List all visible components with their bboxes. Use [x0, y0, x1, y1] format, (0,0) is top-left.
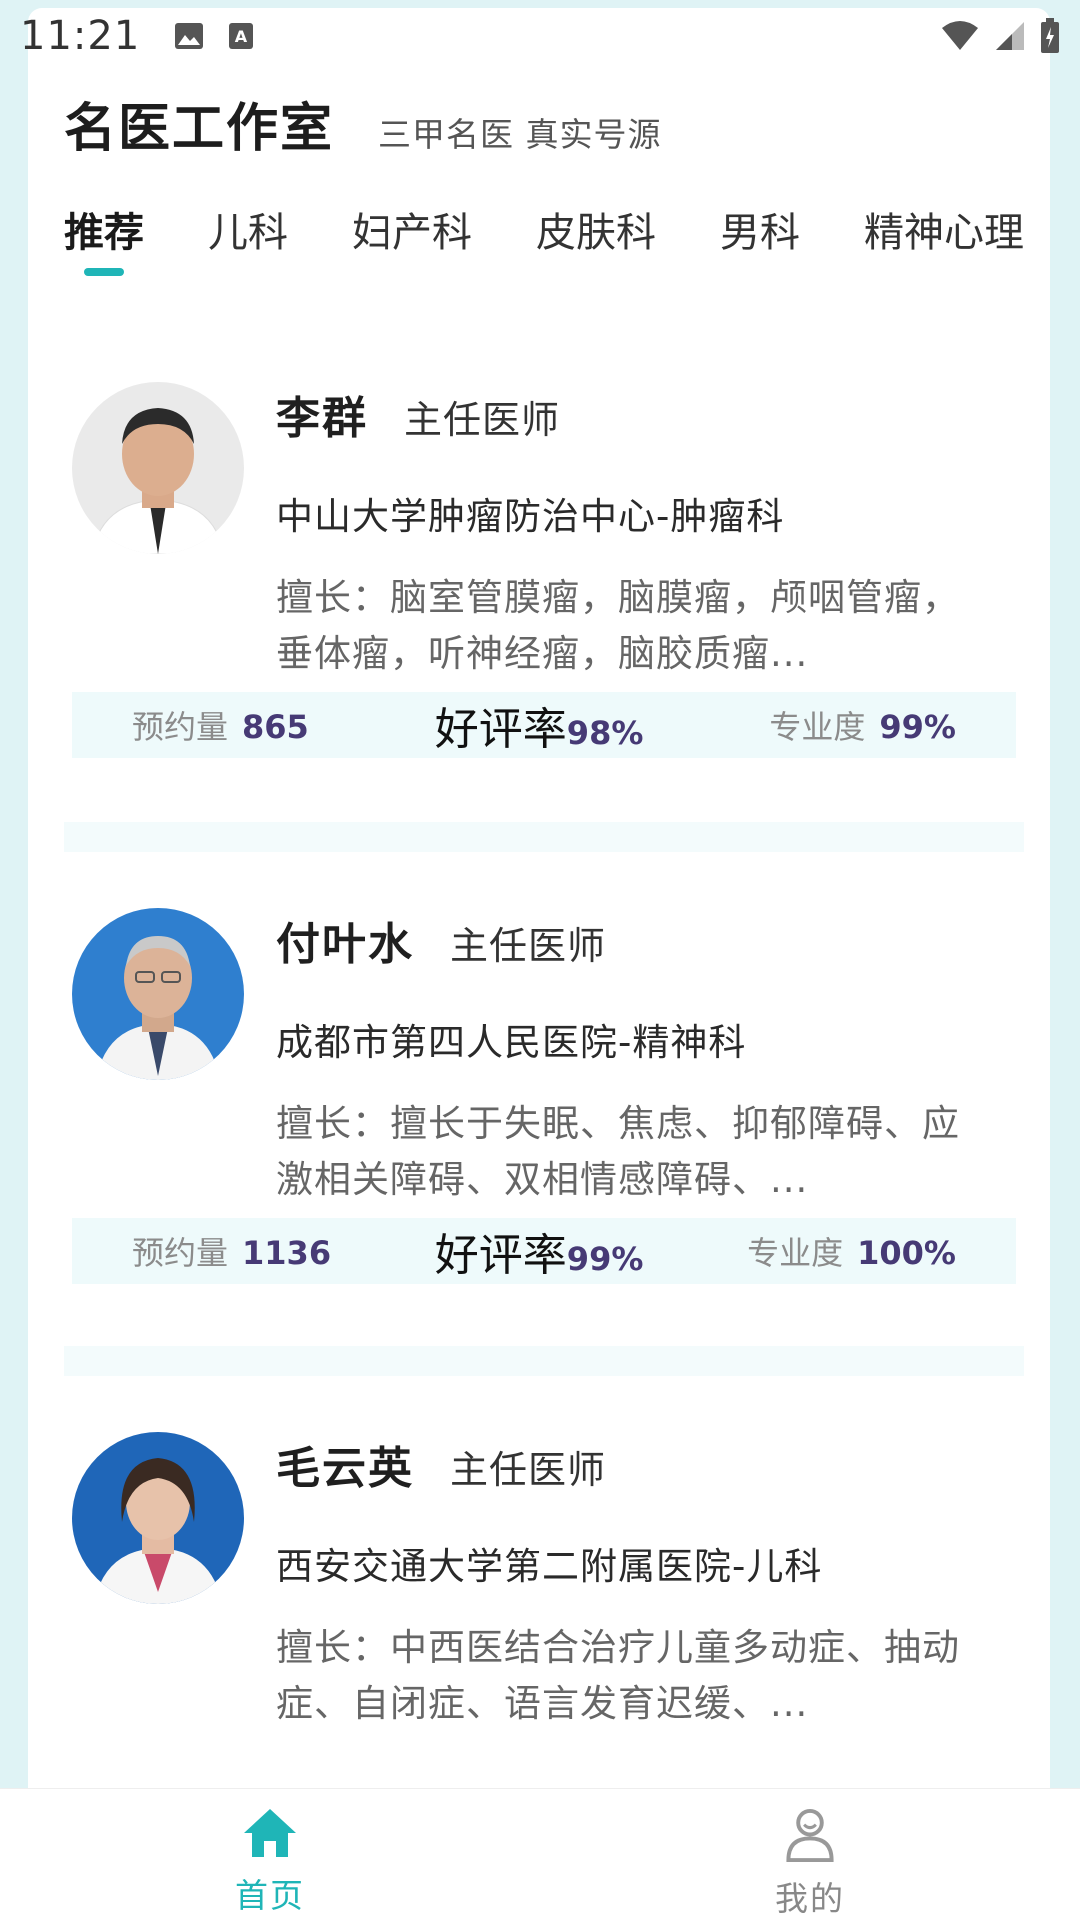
stat-professional-label: 专业度 [747, 1234, 844, 1272]
wifi-icon [942, 21, 978, 50]
doctor-hospital: 西安交通大学第二附属医院-儿科 [276, 1545, 823, 1588]
home-icon [244, 1809, 296, 1857]
nav-home-label: 首页 [235, 1876, 305, 1915]
tab-recommend[interactable]: 推荐 [64, 200, 144, 258]
doctor-avatar [72, 1432, 244, 1604]
doctor-skill: 擅长：脑室管膜瘤，脑膜瘤，颅咽管瘤，垂体瘤，听神经瘤，脑胶质瘤... [276, 576, 960, 675]
user-icon [786, 1808, 834, 1862]
stat-rating-value: 98% [566, 714, 644, 752]
stat-rating-value: 99% [566, 1240, 644, 1278]
doctor-name: 毛云英 [276, 1443, 414, 1494]
doctor-hospital: 中山大学肿瘤防治中心-肿瘤科 [276, 495, 785, 538]
doctor-card[interactable]: 付叶水 主任医师 成都市第四人民医院-精神科 擅长：擅长于失眠、焦虑、抑郁障碍、… [64, 908, 1024, 1376]
doctor-info: 李群 主任医师 中山大学肿瘤防治中心-肿瘤科 擅长：脑室管膜瘤，脑膜瘤，颅咽管瘤… [276, 382, 1016, 682]
doctor-skill: 擅长：中西医结合治疗儿童多动症、抽动症、自闭症、语言发育迟缓、... [276, 1626, 960, 1725]
svg-text:A: A [235, 27, 248, 46]
doctor-stats: 预约量 865 好评率 98% 专业度 99% [72, 692, 1016, 758]
tab-andrology[interactable]: 男科 [720, 200, 800, 258]
stat-appointments-value: 865 [242, 708, 309, 746]
doctor-card[interactable]: 毛云英 主任医师 西安交通大学第二附属医院-儿科 擅长：中西医结合治疗儿童多动症… [64, 1432, 1024, 1792]
nav-mine-label: 我的 [775, 1879, 845, 1918]
card-divider [64, 1346, 1024, 1376]
nav-home[interactable]: 首页 [0, 1789, 540, 1920]
doctor-title: 主任医师 [404, 398, 561, 442]
tab-psychiatry[interactable]: 精神心理 [864, 200, 1024, 258]
doctor-info: 付叶水 主任医师 成都市第四人民医院-精神科 擅长：擅长于失眠、焦虑、抑郁障碍、… [276, 908, 1016, 1208]
doctor-skill: 擅长：擅长于失眠、焦虑、抑郁障碍、应激相关障碍、双相情感障碍、... [276, 1102, 960, 1201]
page-subtitle: 三甲名医 真实号源 [378, 115, 662, 154]
status-bar: 11:21 A [0, 0, 1080, 72]
doctor-name: 付叶水 [276, 919, 414, 970]
doctor-info: 毛云英 主任医师 西安交通大学第二附属医院-儿科 擅长：中西医结合治疗儿童多动症… [276, 1432, 1016, 1732]
doctor-card[interactable]: 李群 主任医师 中山大学肿瘤防治中心-肿瘤科 擅长：脑室管膜瘤，脑膜瘤，颅咽管瘤… [64, 382, 1024, 852]
signal-icon [996, 22, 1024, 50]
stat-rating: 好评率 98% [435, 693, 644, 757]
gallery-icon [175, 23, 204, 49]
stat-professional: 专业度 100% [747, 1228, 956, 1274]
card-divider [64, 822, 1024, 852]
doctor-title: 主任医师 [450, 1448, 607, 1492]
doctor-avatar [72, 382, 244, 554]
stat-professional-value: 100% [857, 1234, 956, 1272]
doctor-stats: 预约量 1136 好评率 99% 专业度 100% [72, 1218, 1016, 1284]
bottom-nav: 首页 我的 [0, 1788, 1080, 1920]
a11y-icon: A [229, 23, 254, 49]
doctor-hospital: 成都市第四人民医院-精神科 [276, 1021, 747, 1064]
stat-appointments-label: 预约量 [132, 708, 229, 746]
doctor-title: 主任医师 [450, 924, 607, 968]
stat-professional-label: 专业度 [769, 708, 866, 746]
stat-professional-value: 99% [879, 708, 956, 746]
stat-appointments: 预约量 1136 [132, 1228, 331, 1274]
stat-appointments-value: 1136 [242, 1234, 332, 1272]
stat-appointments-label: 预约量 [132, 1234, 229, 1272]
stat-rating-label: 好评率 [434, 704, 567, 755]
tab-obstetrics[interactable]: 妇产科 [352, 200, 472, 258]
tab-dermatology[interactable]: 皮肤科 [536, 200, 656, 258]
doctor-avatar [72, 908, 244, 1080]
stat-appointments: 预约量 865 [132, 702, 309, 748]
doctor-name: 李群 [276, 393, 368, 444]
tab-pediatrics[interactable]: 儿科 [208, 200, 288, 258]
page-header: 名医工作室 三甲名医 真实号源 [64, 86, 662, 161]
page-title: 名医工作室 [64, 99, 335, 159]
stat-rating-label: 好评率 [434, 1230, 567, 1281]
stat-professional: 专业度 99% [769, 702, 956, 748]
battery-icon [1041, 18, 1059, 53]
nav-mine[interactable]: 我的 [540, 1789, 1080, 1920]
status-time: 11:21 [20, 13, 141, 59]
stat-rating: 好评率 99% [435, 1219, 644, 1283]
category-tabs: 推荐 儿科 妇产科 皮肤科 男科 精神心理 [64, 200, 1024, 280]
